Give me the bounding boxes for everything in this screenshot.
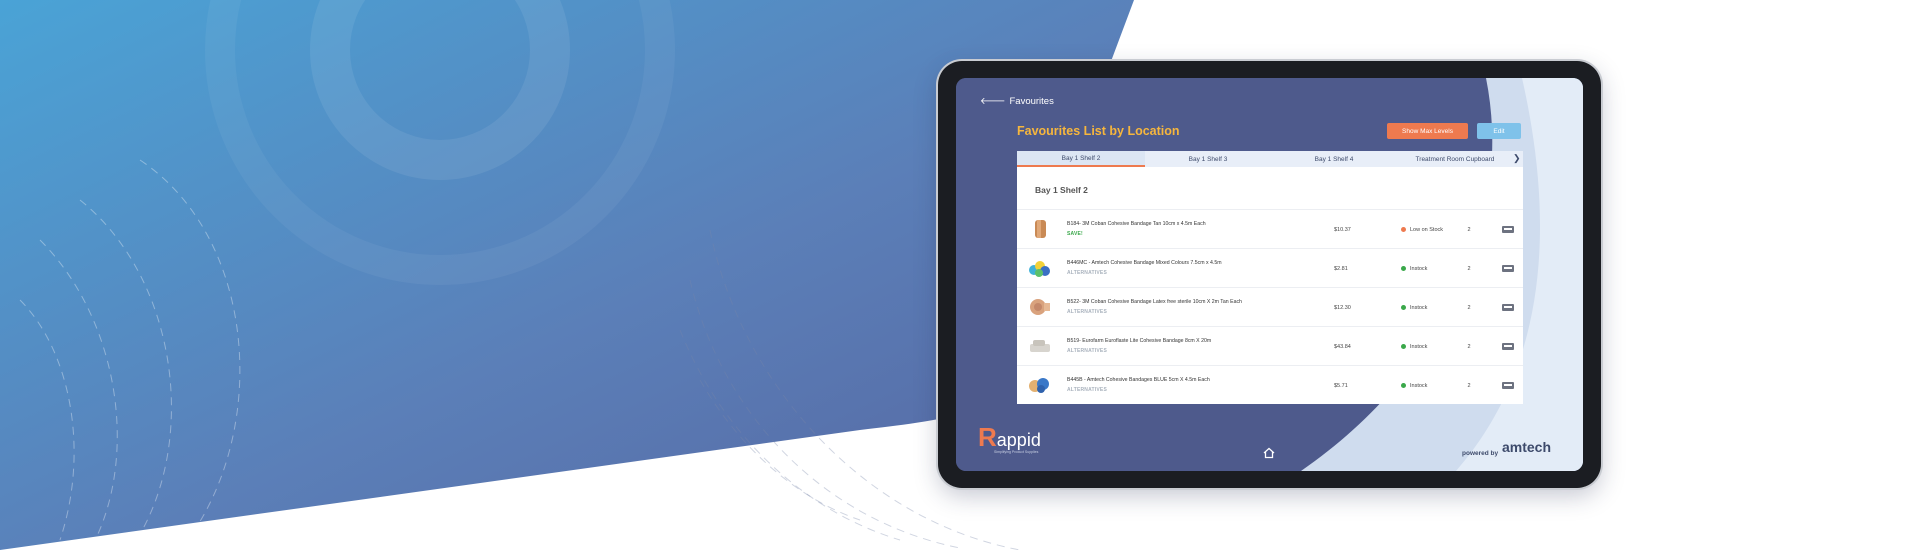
tab-bay1-shelf2[interactable]: Bay 1 Shelf 2 bbox=[1017, 151, 1145, 167]
favourites-panel: ❮ Bay 1 Shelf 2 Bay 1 Shelf 3 Bay 1 Shel… bbox=[1017, 151, 1523, 404]
order-box-icon[interactable] bbox=[1502, 381, 1514, 390]
product-name: B445B - Amtech Cohesive Bandages BLUE 5c… bbox=[1067, 377, 1210, 383]
rappid-logo-wordmark: appid bbox=[996, 430, 1041, 450]
product-price: $12.30 bbox=[1334, 305, 1351, 311]
product-thumbnail bbox=[1030, 299, 1050, 315]
edit-button[interactable]: Edit bbox=[1477, 123, 1521, 139]
stock-status: Instock bbox=[1410, 305, 1428, 311]
stock-status: Instock bbox=[1410, 383, 1428, 389]
product-row[interactable]: B522- 3M Coban Cohesive Bandage Latex fr… bbox=[1017, 287, 1523, 327]
chevron-right-icon[interactable]: ❯ bbox=[1513, 153, 1521, 164]
stock-status: Low on Stock bbox=[1410, 227, 1444, 233]
status-dot bbox=[1401, 305, 1406, 310]
product-thumbnail bbox=[1029, 378, 1049, 393]
status-dot bbox=[1401, 227, 1406, 232]
back-link[interactable]: 🡐 Favourites bbox=[980, 96, 1054, 107]
status-dot bbox=[1401, 266, 1406, 271]
page-title: Favourites List by Location bbox=[1017, 124, 1180, 138]
product-row[interactable]: B519- Eurofarm Euroflaste Lite Cohesive … bbox=[1017, 326, 1523, 366]
back-label: Favourites bbox=[1009, 96, 1054, 107]
rappid-logo: Rappid Simplifying Product Supplies bbox=[978, 424, 1041, 454]
product-row[interactable]: B446MC - Amtech Cohesive Bandage Mixed C… bbox=[1017, 248, 1523, 288]
tab-treatment-room-cupboard[interactable]: Treatment Room Cupboard bbox=[1397, 151, 1513, 167]
product-price: $5.71 bbox=[1334, 383, 1348, 389]
product-price: $2.81 bbox=[1334, 266, 1348, 272]
order-box-icon[interactable] bbox=[1502, 303, 1514, 312]
alternatives-tag[interactable]: ALTERNATIVES bbox=[1067, 387, 1107, 393]
product-row[interactable]: B184- 3M Coban Cohesive Bandage Tan 10cm… bbox=[1017, 209, 1523, 249]
rappid-logo-initial: R bbox=[978, 422, 997, 452]
status-dot bbox=[1401, 344, 1406, 349]
status-dot bbox=[1401, 383, 1406, 388]
quantity-field[interactable]: 2 bbox=[1462, 264, 1476, 274]
product-thumbnail bbox=[1030, 340, 1050, 352]
order-box-icon[interactable] bbox=[1502, 225, 1514, 234]
tablet-frame: 🡐 Favourites Favourites List by Location… bbox=[938, 61, 1601, 488]
save-tag[interactable]: SAVE! bbox=[1067, 231, 1083, 237]
app-screen: 🡐 Favourites Favourites List by Location… bbox=[956, 78, 1583, 471]
arrow-left-icon: 🡐 bbox=[980, 96, 1006, 107]
alternatives-tag[interactable]: ALTERNATIVES bbox=[1067, 270, 1107, 276]
alternatives-tag[interactable]: ALTERNATIVES bbox=[1067, 348, 1107, 354]
product-thumbnail bbox=[1035, 220, 1046, 238]
quantity-field[interactable]: 2 bbox=[1462, 303, 1476, 313]
stock-status: Instock bbox=[1410, 266, 1428, 272]
powered-by-label: powered by bbox=[1462, 450, 1499, 457]
stock-status: Instock bbox=[1410, 344, 1428, 350]
product-name: B522- 3M Coban Cohesive Bandage Latex fr… bbox=[1067, 299, 1242, 305]
location-tabs: ❮ Bay 1 Shelf 2 Bay 1 Shelf 3 Bay 1 Shel… bbox=[1017, 151, 1523, 167]
tab-bay1-shelf4[interactable]: Bay 1 Shelf 4 bbox=[1271, 151, 1397, 167]
product-price: $10.37 bbox=[1334, 227, 1351, 233]
order-box-icon[interactable] bbox=[1502, 342, 1514, 351]
alternatives-tag[interactable]: ALTERNATIVES bbox=[1067, 309, 1107, 315]
shelf-heading: Bay 1 Shelf 2 bbox=[1035, 185, 1088, 195]
product-price: $43.84 bbox=[1334, 344, 1351, 350]
product-thumbnail bbox=[1029, 261, 1050, 277]
product-row[interactable]: B445B - Amtech Cohesive Bandages BLUE 5c… bbox=[1017, 365, 1523, 405]
amtech-logo: amtech bbox=[1502, 439, 1552, 455]
quantity-field[interactable]: 2 bbox=[1462, 225, 1476, 235]
show-max-levels-button[interactable]: Show Max Levels bbox=[1387, 123, 1468, 139]
product-name: B184- 3M Coban Cohesive Bandage Tan 10cm… bbox=[1067, 221, 1206, 227]
home-icon[interactable] bbox=[1263, 447, 1275, 459]
product-name: B446MC - Amtech Cohesive Bandage Mixed C… bbox=[1067, 260, 1222, 266]
product-name: B519- Eurofarm Euroflaste Lite Cohesive … bbox=[1067, 338, 1212, 344]
order-box-icon[interactable] bbox=[1502, 264, 1514, 273]
quantity-field[interactable]: 2 bbox=[1462, 342, 1476, 352]
quantity-field[interactable]: 2 bbox=[1462, 381, 1476, 391]
tab-bay1-shelf3[interactable]: Bay 1 Shelf 3 bbox=[1145, 151, 1271, 167]
